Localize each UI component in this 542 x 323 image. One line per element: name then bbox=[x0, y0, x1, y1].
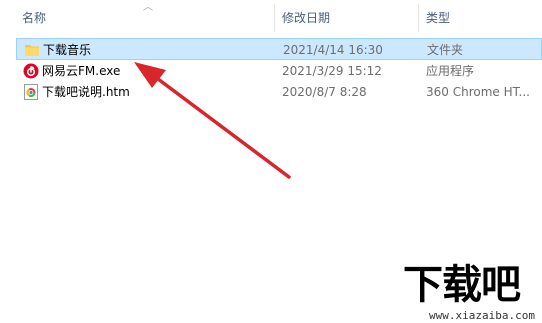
watermark-logo: 下载吧 www.xiazaiba.com bbox=[403, 262, 541, 322]
watermark-text: 下载吧 bbox=[403, 262, 521, 308]
watermark-url: www.xiazaiba.com bbox=[429, 309, 535, 322]
